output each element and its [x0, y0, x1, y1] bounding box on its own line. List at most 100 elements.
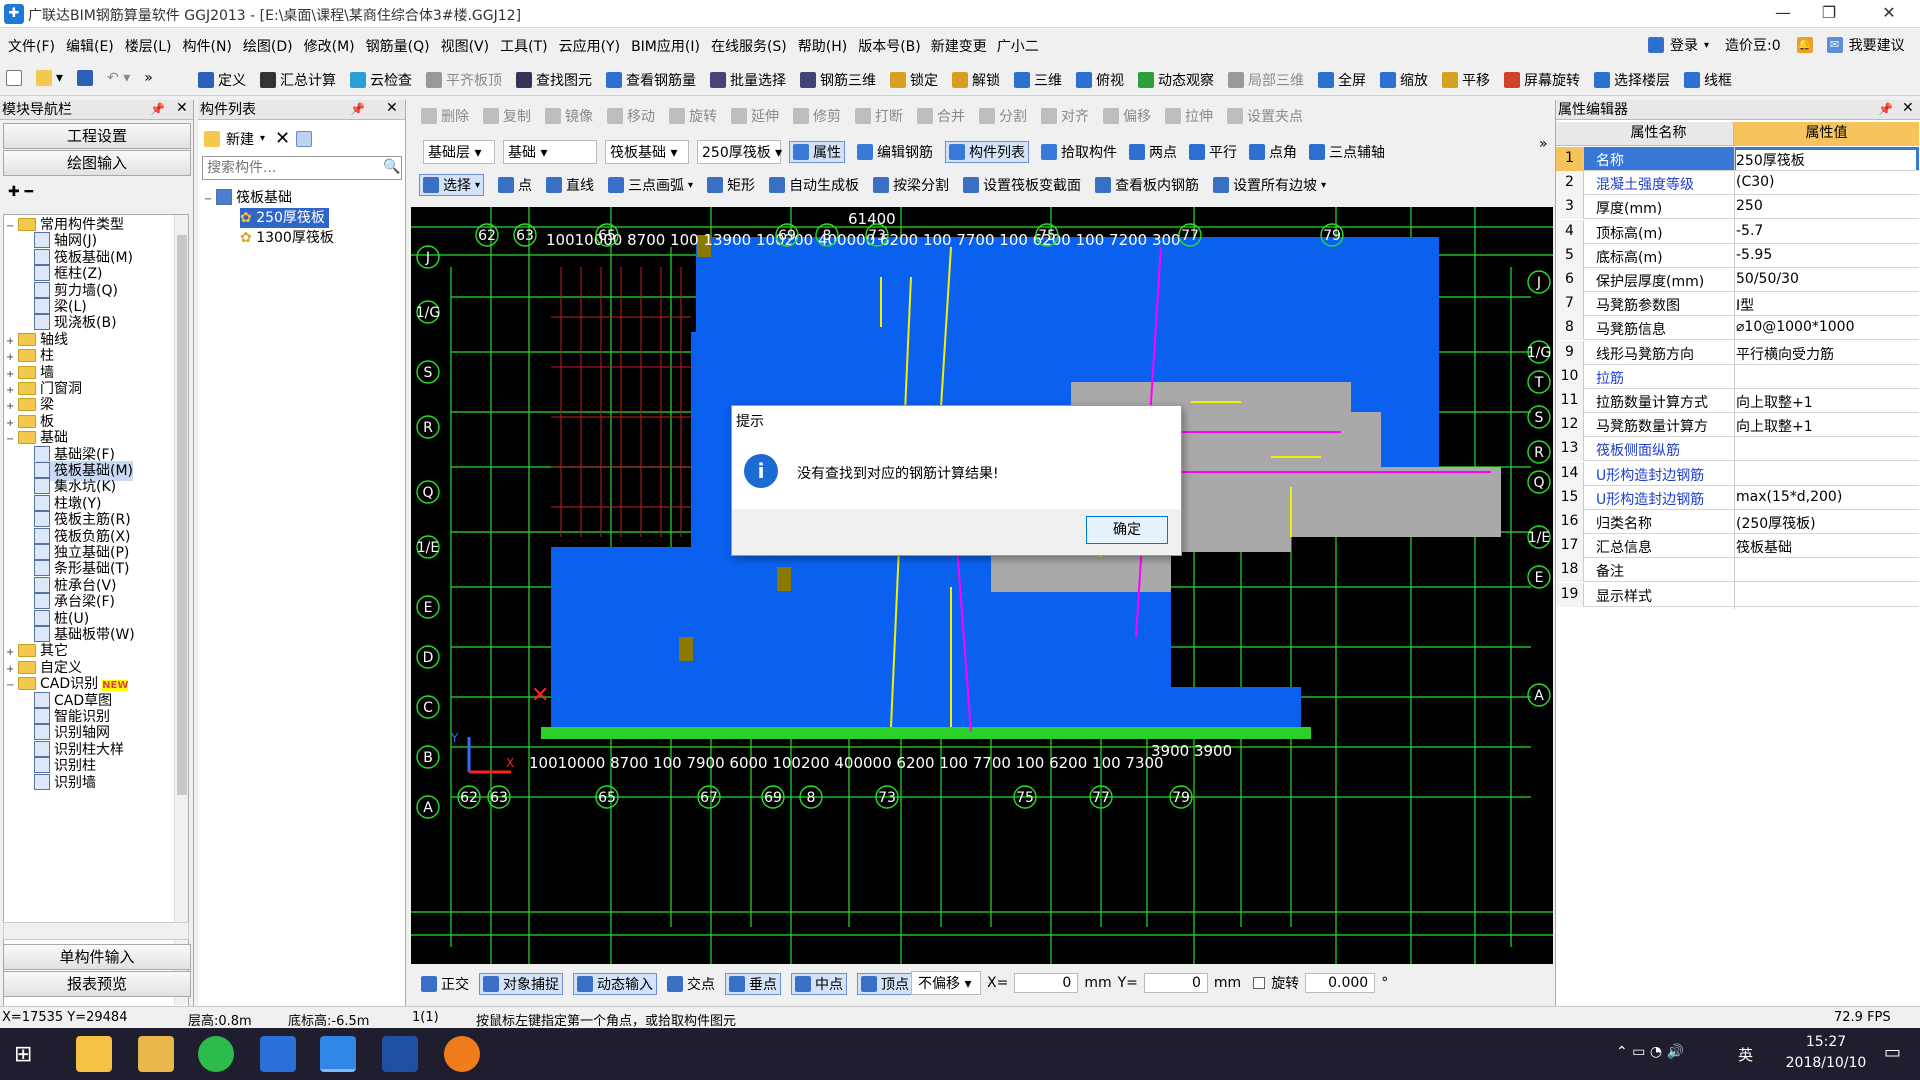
- toolbar-button[interactable]: 查找图元: [516, 70, 592, 90]
- subtype-select[interactable]: 筏板基础 ▾: [605, 140, 689, 164]
- property-value[interactable]: (C30): [1736, 174, 1916, 190]
- menu-item[interactable]: 在线服务(S): [711, 36, 787, 56]
- snap-button[interactable]: 正交: [421, 974, 469, 994]
- draw-button[interactable]: 点: [498, 175, 532, 195]
- more-chevron-icon[interactable]: »: [144, 70, 153, 86]
- property-row[interactable]: 2 混凝土强度等级 (C30): [1556, 171, 1919, 196]
- layer-button[interactable]: 构件列表: [945, 141, 1029, 163]
- layer-button[interactable]: 属性: [789, 141, 845, 163]
- property-value[interactable]: -5.95: [1736, 247, 1916, 263]
- component-item-selected[interactable]: ✿ 250厚筏板: [240, 208, 329, 228]
- menu-item[interactable]: 广小二: [997, 36, 1039, 56]
- property-row[interactable]: 5 底标高(m) -5.95: [1556, 243, 1919, 268]
- snap-button[interactable]: 对象捕捉: [479, 973, 563, 995]
- expand-collapse-icons[interactable]: ✚ ━: [8, 184, 33, 200]
- draw-button[interactable]: 矩形: [707, 175, 755, 195]
- property-row[interactable]: 11 拉筋数量计算方式 向上取整+1: [1556, 389, 1919, 413]
- property-row[interactable]: 19 显示样式: [1556, 582, 1919, 607]
- minimize-button[interactable]: —: [1760, 0, 1806, 28]
- cad-canvas[interactable]: 10010000 8700 100 13900 100200 400000 62…: [411, 207, 1553, 964]
- property-row[interactable]: 7 马凳筋参数图 Ⅰ型: [1556, 292, 1919, 317]
- property-row[interactable]: 3 厚度(mm) 250: [1556, 195, 1919, 220]
- toolbar-button[interactable]: 定义: [198, 70, 246, 90]
- toolbar-button[interactable]: 全屏: [1318, 70, 1366, 90]
- property-value[interactable]: 向上取整+1: [1736, 392, 1916, 412]
- single-component-input-button[interactable]: 单构件输入: [3, 944, 191, 970]
- edit-button[interactable]: 延伸: [731, 106, 779, 126]
- new-component-button[interactable]: 新建: [226, 129, 254, 149]
- toolbar-button[interactable]: 云检查: [350, 70, 412, 90]
- undo-icon[interactable]: ↶ ▾: [107, 70, 130, 86]
- complist-pin-icon[interactable]: 📌: [350, 102, 365, 116]
- draw-button[interactable]: 自动生成板: [769, 175, 859, 195]
- property-row[interactable]: 1 名称 250厚筏板: [1556, 147, 1919, 171]
- toolbar-button[interactable]: 平齐板顶: [426, 70, 502, 90]
- edit-button[interactable]: 复制: [483, 106, 531, 126]
- toolbar-button[interactable]: 钢筋三维: [800, 70, 876, 90]
- property-value[interactable]: Ⅰ型: [1736, 295, 1916, 315]
- open-file-icon[interactable]: ▾: [36, 70, 63, 86]
- pin-icon[interactable]: 📌: [150, 102, 165, 116]
- menu-item[interactable]: 编辑(E): [66, 36, 114, 56]
- property-value[interactable]: 平行横向受力筋: [1736, 344, 1916, 364]
- browser-icon[interactable]: [444, 1036, 480, 1072]
- login-link[interactable]: 登录: [1670, 35, 1698, 55]
- menu-item[interactable]: 新建变更: [931, 36, 987, 56]
- menu-item[interactable]: 云应用(Y): [559, 36, 620, 56]
- toolbar-button[interactable]: 查看钢筋量: [606, 70, 696, 90]
- layer-button[interactable]: 点角: [1249, 142, 1297, 162]
- toolbar-button[interactable]: 锁定: [890, 70, 938, 90]
- snap-button[interactable]: 动态输入: [573, 973, 657, 995]
- edit-button[interactable]: 移动: [607, 106, 655, 126]
- taskbar-app-icon[interactable]: [76, 1036, 112, 1072]
- edit-button[interactable]: 修剪: [793, 106, 841, 126]
- x-input[interactable]: 0: [1014, 973, 1079, 993]
- menu-item[interactable]: 绘图(D): [243, 36, 293, 56]
- layer-button[interactable]: 平行: [1189, 142, 1237, 162]
- file-explorer-icon[interactable]: [138, 1036, 174, 1072]
- property-value[interactable]: 250厚筏板: [1736, 150, 1916, 170]
- property-value[interactable]: 筏板基础: [1736, 537, 1916, 557]
- property-row[interactable]: 6 保护层厚度(mm) 50/50/30: [1556, 268, 1919, 292]
- windows-start-icon[interactable]: ⊞: [14, 1042, 32, 1067]
- nav-close-icon[interactable]: ✕: [176, 100, 188, 116]
- property-value[interactable]: ⌀10@1000*1000: [1736, 319, 1916, 335]
- menu-item[interactable]: 钢筋量(Q): [366, 36, 430, 56]
- search-icon[interactable]: 🔍: [383, 159, 400, 175]
- menu-item[interactable]: 文件(F): [8, 36, 55, 56]
- draw-button[interactable]: 三点画弧 ▾: [608, 175, 693, 195]
- property-row[interactable]: 4 顶标高(m) -5.7: [1556, 219, 1919, 244]
- draw-input-button[interactable]: 绘图输入: [3, 150, 191, 176]
- layer-button[interactable]: 三点辅轴: [1309, 142, 1385, 162]
- project-settings-button[interactable]: 工程设置: [3, 123, 191, 149]
- edit-button[interactable]: 打断: [855, 106, 903, 126]
- property-row[interactable]: 9 线形马凳筋方向 平行横向受力筋: [1556, 340, 1919, 365]
- draw-button[interactable]: 设置所有边坡 ▾: [1213, 175, 1326, 195]
- delete-comp-icon[interactable]: ✕: [275, 128, 290, 149]
- draw-button[interactable]: 按梁分割: [873, 175, 949, 195]
- property-row[interactable]: 10 拉筋: [1556, 364, 1919, 389]
- toolbar-button[interactable]: 平移: [1442, 70, 1490, 90]
- tree-item[interactable]: 识别墙: [34, 773, 96, 793]
- property-value[interactable]: 250: [1736, 198, 1916, 214]
- toolbar-button[interactable]: 动态观察: [1138, 70, 1214, 90]
- toolbar-button[interactable]: 批量选择: [710, 70, 786, 90]
- property-row[interactable]: 13 筏板侧面纵筋: [1556, 437, 1919, 462]
- property-value[interactable]: -5.7: [1736, 223, 1916, 239]
- toolbar-button[interactable]: 汇总计算: [260, 70, 336, 90]
- property-value[interactable]: 50/50/30: [1736, 271, 1916, 287]
- ime-indicator[interactable]: 英: [1738, 1044, 1753, 1065]
- wechat-icon[interactable]: [198, 1036, 234, 1072]
- menu-item[interactable]: 帮助(H): [798, 36, 847, 56]
- component-root[interactable]: 筏板基础: [236, 190, 292, 206]
- property-row[interactable]: 12 马凳筋数量计算方 向上取整+1: [1556, 413, 1919, 438]
- snap-button[interactable]: 垂点: [725, 973, 781, 995]
- edit-button[interactable]: 拉伸: [1165, 106, 1213, 126]
- cad-app-icon[interactable]: [382, 1036, 418, 1072]
- component-search[interactable]: 🔍: [202, 156, 402, 180]
- menu-item[interactable]: 视图(V): [441, 36, 490, 56]
- menu-item[interactable]: 工具(T): [500, 36, 547, 56]
- props-pin-icon[interactable]: 📌: [1878, 102, 1893, 116]
- draw-button[interactable]: 选择 ▾: [419, 174, 485, 196]
- edit-button[interactable]: 合并: [917, 106, 965, 126]
